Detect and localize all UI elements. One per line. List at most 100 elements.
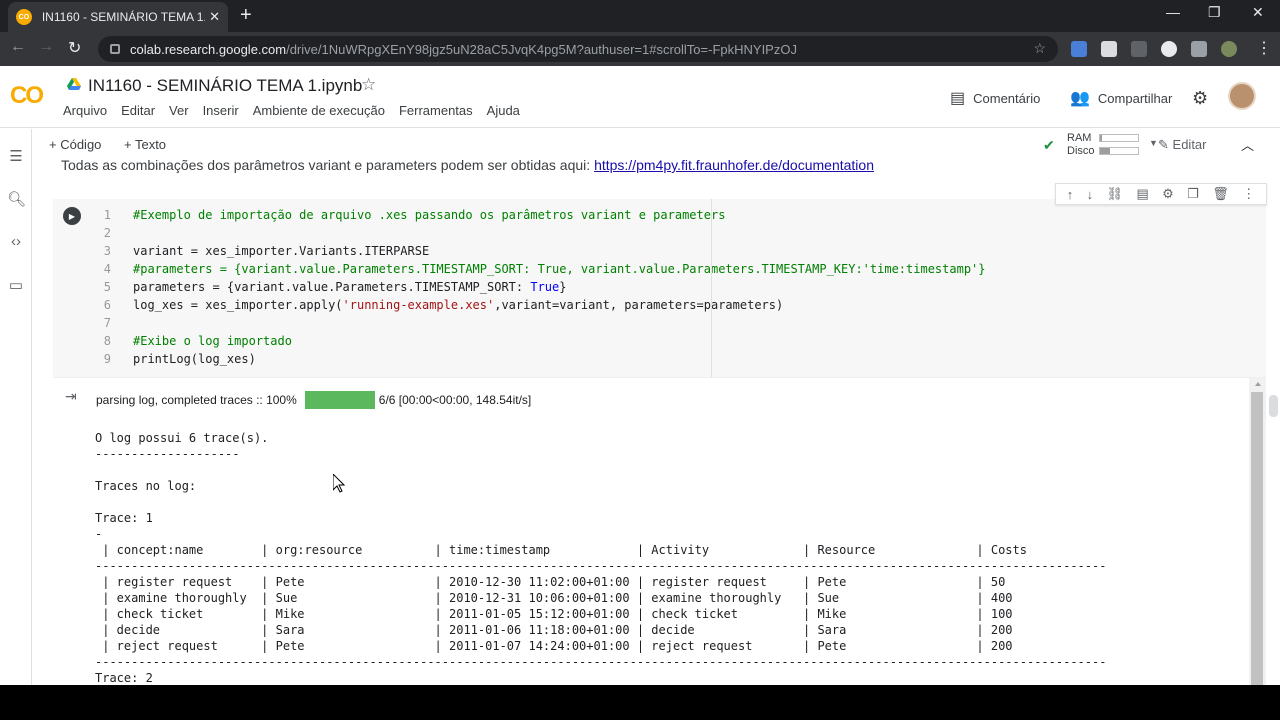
edit-button[interactable]: ✎ Editar [1158, 137, 1207, 153]
folder-icon[interactable]: ▭ [7, 276, 25, 294]
more-options-icon[interactable]: ⋮ [1242, 186, 1255, 202]
search-icon[interactable]: 🔍︎ [7, 190, 26, 208]
people-icon: 👥 [1070, 90, 1090, 107]
code-token: #parameters = {variant.value.Parameters.… [133, 262, 986, 276]
delete-icon[interactable]: 🗑︎ [1212, 186, 1229, 202]
code-line[interactable]: 3 variant = xes_importer.Variants.ITERPAR… [93, 242, 986, 260]
code-line[interactable]: 9 printLog(log_xes) [93, 350, 986, 368]
output-scrollbar[interactable] [1249, 378, 1266, 685]
code-token: variant = xes_importer.Variants.ITERPARS… [133, 244, 430, 258]
move-up-icon[interactable]: ↑ [1067, 187, 1074, 202]
chevron-down-icon[interactable]: ▼ [1149, 138, 1158, 148]
comment-button[interactable]: ▤ Comentário [950, 88, 1040, 108]
output-line: | register request | Pete | 2010-12-30 1… [95, 575, 1006, 589]
colab-header: CO IN1160 - SEMINÁRIO TEMA 1.ipynb ☆ Arq… [0, 66, 1280, 128]
window-close-icon[interactable]: ✕ [1252, 4, 1264, 21]
code-token: log_xes = xes_importer.apply( [133, 298, 343, 312]
page-scrollbar-thumb[interactable] [1269, 395, 1278, 417]
code-cell[interactable]: ▶ 1 #Exemplo de importação de arquivo .xe… [53, 199, 1266, 377]
notebook-content: Todas as combinações dos parâmetros vari… [33, 159, 1280, 685]
forward-icon[interactable]: → [38, 38, 54, 56]
code-token: True [530, 280, 560, 294]
code-line[interactable]: 8 #Exibe o log importado [93, 332, 986, 350]
move-down-icon[interactable]: ↓ [1087, 187, 1094, 202]
code-editor[interactable]: 1 #Exemplo de importação de arquivo .xes … [93, 206, 986, 368]
disk-bar-fill [1100, 148, 1110, 154]
menu-item-ferramentas[interactable]: Ferramentas [399, 103, 473, 118]
code-line[interactable]: 2 [93, 224, 986, 242]
output-line: Trace: 2 [95, 671, 153, 685]
translate-extension-icon[interactable] [1071, 41, 1087, 57]
table-of-contents-icon[interactable]: ☰ [7, 147, 25, 165]
gear-icon[interactable]: ⚙ [1162, 186, 1174, 202]
menu-bar: Arquivo Editar Ver Inserir Ambiente de e… [63, 103, 520, 118]
comment-icon[interactable]: ▤ [1136, 186, 1148, 202]
disk-bar [1099, 147, 1139, 155]
profile-avatar-icon[interactable] [1221, 41, 1237, 57]
pencil-icon: ✎ [1158, 137, 1169, 152]
resources-indicator[interactable]: ✔ RAM Disco ▼ [1043, 132, 1163, 158]
add-code-button[interactable]: + Código [49, 137, 101, 152]
browser-tab[interactable]: CO IN1160 - SEMINÁRIO TEMA 1.ipy ✕ [8, 2, 228, 32]
mirror-cell-icon[interactable]: ❐ [1187, 186, 1199, 202]
line-number: 4 [103, 262, 111, 276]
minimize-icon[interactable]: — [1166, 4, 1180, 20]
code-token: #Exibe o log importado [133, 334, 292, 348]
bookmark-star-icon[interactable]: ☆ [1033, 40, 1046, 57]
browser-tabstrip: CO IN1160 - SEMINÁRIO TEMA 1.ipy ✕ + — ❐… [0, 0, 1280, 32]
comment-icon: ▤ [950, 90, 966, 107]
chrome-menu-icon[interactable]: ⋮ [1256, 38, 1272, 58]
puzzle-extensions-icon[interactable] [1191, 41, 1207, 57]
new-tab-icon[interactable]: + [240, 4, 252, 27]
output-line: ----------------------------------------… [95, 655, 1107, 669]
output-line: | concept:name | org:resource | time:tim… [95, 543, 1027, 557]
menu-item-arquivo[interactable]: Arquivo [63, 103, 107, 118]
code-line[interactable]: 1 #Exemplo de importação de arquivo .xes … [93, 206, 986, 224]
menu-item-ambiente[interactable]: Ambiente de execução [253, 103, 385, 118]
code-token: ,variant=variant, parameters=parameters) [494, 298, 784, 312]
output-line: ----------------------------------------… [95, 559, 1107, 573]
chevron-up-icon[interactable]: ︿ [1241, 135, 1254, 154]
documentation-link[interactable]: https://pm4py.fit.fraunhofer.de/document… [594, 159, 874, 173]
cell-toolbar: ↑ ↓ ⛓ ▤ ⚙ ❐ 🗑︎ ⋮ [1055, 183, 1267, 205]
line-number: 6 [103, 298, 111, 312]
avatar[interactable] [1228, 82, 1256, 110]
address-bar[interactable]: colab.research.google.com/drive/1NuWRpgX… [98, 36, 1058, 62]
code-line[interactable]: 4 #parameters = {variant.value.Parameters… [93, 260, 986, 278]
colab-logo[interactable]: CO [10, 82, 44, 110]
settings-gear-icon[interactable]: ⚙ [1192, 88, 1208, 109]
add-text-button[interactable]: + Texto [124, 137, 166, 152]
edit-label: Editar [1172, 137, 1207, 152]
output-line: | decide | Sara | 2011-01-06 11:18:00+01… [95, 623, 1013, 637]
lock-icon [110, 44, 120, 54]
close-tab-icon[interactable]: ✕ [209, 9, 220, 25]
menu-item-ajuda[interactable]: Ajuda [487, 103, 520, 118]
code-token: } [559, 280, 567, 294]
restore-icon[interactable]: ❐ [1208, 4, 1221, 21]
menu-item-inserir[interactable]: Inserir [203, 103, 239, 118]
tab-title: IN1160 - SEMINÁRIO TEMA 1.ipy [41, 10, 206, 24]
scroll-up-arrow-icon[interactable] [1255, 382, 1261, 386]
link-icon[interactable]: ⛓ [1107, 186, 1124, 202]
share-button[interactable]: 👥 Compartilhar [1070, 88, 1172, 108]
run-cell-button[interactable]: ▶ [63, 207, 81, 225]
reload-icon[interactable]: ↻ [68, 38, 81, 58]
output-actions-icon[interactable]: ⇥ [65, 388, 77, 405]
code-line[interactable]: 6 log_xes = xes_importer.apply('running-e… [93, 296, 986, 314]
text-cell: Todas as combinações dos parâmetros vari… [61, 159, 874, 173]
extension-icon[interactable] [1101, 41, 1117, 57]
scrollbar-thumb[interactable] [1251, 392, 1263, 685]
progress-stats: 6/6 [00:00<00:00, 148.54it/s] [378, 393, 532, 407]
output-line: -------------------- [95, 447, 240, 461]
extension-icon[interactable] [1131, 41, 1147, 57]
code-line[interactable]: 7 [93, 314, 986, 332]
output-text: O log possui 6 trace(s). ----------------… [95, 430, 1106, 685]
code-line[interactable]: 5 parameters = {variant.value.Parameters.… [93, 278, 986, 296]
code-snippets-icon[interactable]: ‹› [7, 233, 25, 251]
extension-icon[interactable] [1161, 41, 1177, 57]
menu-item-ver[interactable]: Ver [169, 103, 189, 118]
star-icon[interactable]: ☆ [361, 75, 376, 95]
menu-item-editar[interactable]: Editar [121, 103, 155, 118]
notebook-title[interactable]: IN1160 - SEMINÁRIO TEMA 1.ipynb [88, 76, 362, 96]
back-icon[interactable]: ← [10, 38, 26, 56]
